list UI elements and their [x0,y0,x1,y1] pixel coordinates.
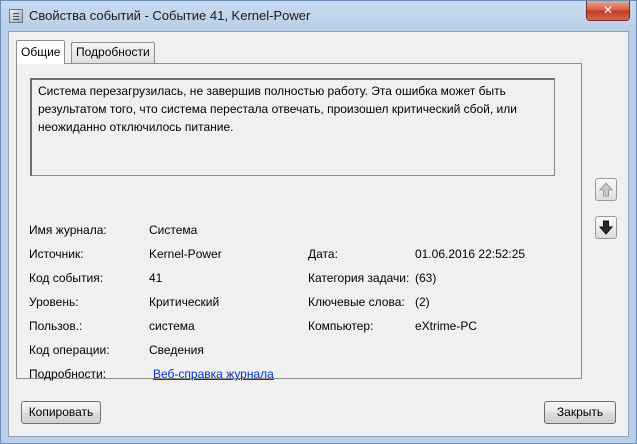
user-value: система [149,319,195,333]
level-label: Уровень: [29,295,79,309]
date-label: Дата: [308,247,338,261]
dialog-client-area: Общие Подробности Система перезагрузилас… [8,31,629,437]
event-viewer-icon [9,9,23,23]
event-properties-window: Свойства событий - Событие 41, Kernel-Po… [0,0,637,444]
log-online-help-link[interactable]: Веб-справка журнала [153,367,274,381]
log-name-label: Имя журнала: [29,223,107,237]
computer-label: Компьютер: [308,319,374,333]
arrow-down-icon [599,220,613,235]
arrow-up-icon [599,182,613,197]
copy-button[interactable]: Копировать [21,401,101,424]
title-bar[interactable]: Свойства событий - Событие 41, Kernel-Po… [1,1,636,31]
keywords-label: Ключевые слова: [308,295,405,309]
opcode-value: Сведения [149,343,204,357]
opcode-label: Код операции: [29,343,110,357]
window-close-button[interactable]: ✕ [586,1,630,21]
close-button[interactable]: Закрыть [544,401,616,424]
event-id-label: Код события: [29,271,104,285]
log-name-value: Система [149,223,198,237]
source-label: Источник: [29,247,84,261]
details-label: Подробности: [29,367,107,381]
task-category-value: (63) [415,271,437,285]
task-category-label: Категория задачи: [308,271,410,285]
tab-details[interactable]: Подробности [71,42,155,63]
date-value: 01.06.2016 22:52:25 [415,247,526,261]
next-event-button[interactable] [595,216,617,239]
computer-value: eXtrime-PC [415,319,478,333]
tab-general[interactable]: Общие [16,40,66,64]
source-value: Kernel-Power [149,247,222,261]
user-label: Пользов.: [29,319,83,333]
level-value: Критический [149,295,220,309]
window-title: Свойства событий - Событие 41, Kernel-Po… [29,8,311,23]
general-tab-panel: Система перезагрузилась, не завершив пол… [16,63,582,381]
previous-event-button[interactable] [595,178,617,201]
event-id-value: 41 [149,271,163,285]
event-description[interactable]: Система перезагрузилась, не завершив пол… [30,78,555,176]
keywords-value: (2) [415,295,430,309]
